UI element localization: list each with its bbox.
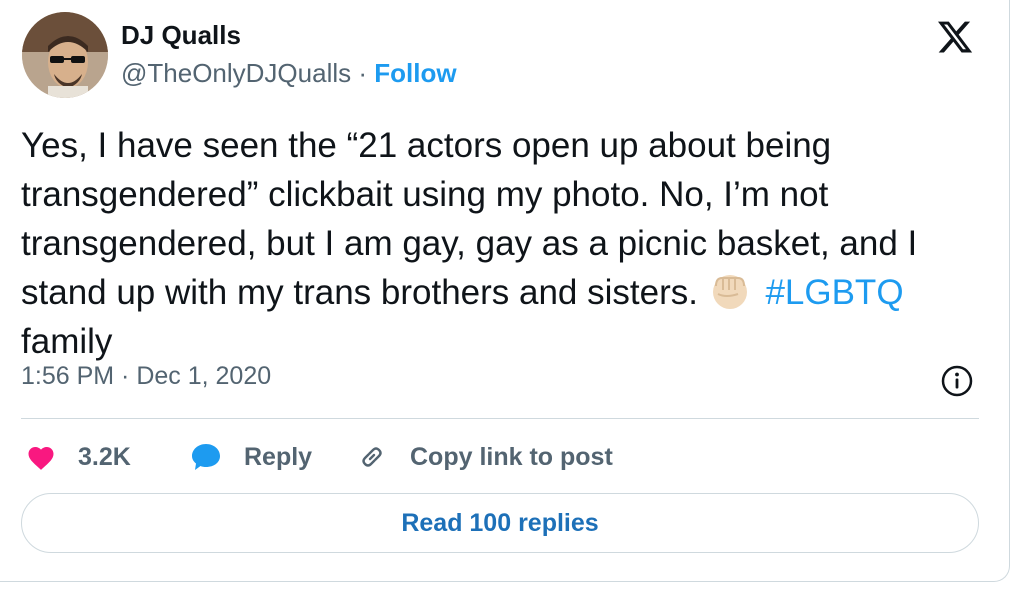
copy-link-label: Copy link to post — [410, 442, 613, 471]
info-icon[interactable] — [940, 364, 974, 398]
tweet-line: Yes, I have seen the “21 actors open up … — [21, 126, 832, 165]
avatar[interactable] — [22, 12, 108, 98]
like-button[interactable]: 3.2K — [26, 436, 131, 478]
tweet-timestamp[interactable]: 1:56 PM · Dec 1, 2020 — [21, 362, 271, 391]
tweet-line: family — [21, 322, 113, 361]
tweet-line-with-hashtag: stand up with my trans brothers and sist… — [21, 268, 981, 317]
hashtag-link[interactable]: #LGBTQ — [765, 273, 903, 312]
read-replies-button[interactable]: Read 100 replies — [21, 493, 979, 553]
divider — [21, 418, 979, 419]
author-name[interactable]: DJ Qualls — [121, 20, 241, 51]
tweet-card: DJ Qualls @TheOnlyDJQualls · Follow Yes,… — [0, 0, 1010, 582]
author-handle[interactable]: @TheOnlyDJQualls — [121, 58, 351, 88]
raised-fist-emoji-icon — [712, 275, 747, 309]
heart-icon — [28, 447, 54, 470]
separator-dot: · — [358, 58, 368, 88]
reply-label: Reply — [244, 442, 313, 471]
link-icon — [362, 447, 382, 467]
copy-link-button[interactable]: Copy link to post — [356, 436, 613, 478]
reply-bubble-icon — [192, 444, 220, 470]
avatar-photo — [22, 12, 108, 98]
tweet-line: transgendered, but I am gay, gay as a pi… — [21, 224, 918, 263]
follow-button[interactable]: Follow — [374, 58, 456, 88]
tweet-text: Yes, I have seen the “21 actors open up … — [21, 121, 981, 366]
read-replies-label: Read 100 replies — [401, 508, 599, 537]
x-logo-icon[interactable] — [936, 18, 974, 56]
tweet-line: transgendered” clickbait using my photo.… — [21, 175, 829, 214]
author-handle-row: @TheOnlyDJQualls · Follow — [121, 58, 457, 89]
like-count: 3.2K — [78, 442, 131, 471]
reply-button[interactable]: Reply — [190, 436, 312, 478]
tweet-line: stand up with my trans brothers and sist… — [21, 273, 698, 312]
